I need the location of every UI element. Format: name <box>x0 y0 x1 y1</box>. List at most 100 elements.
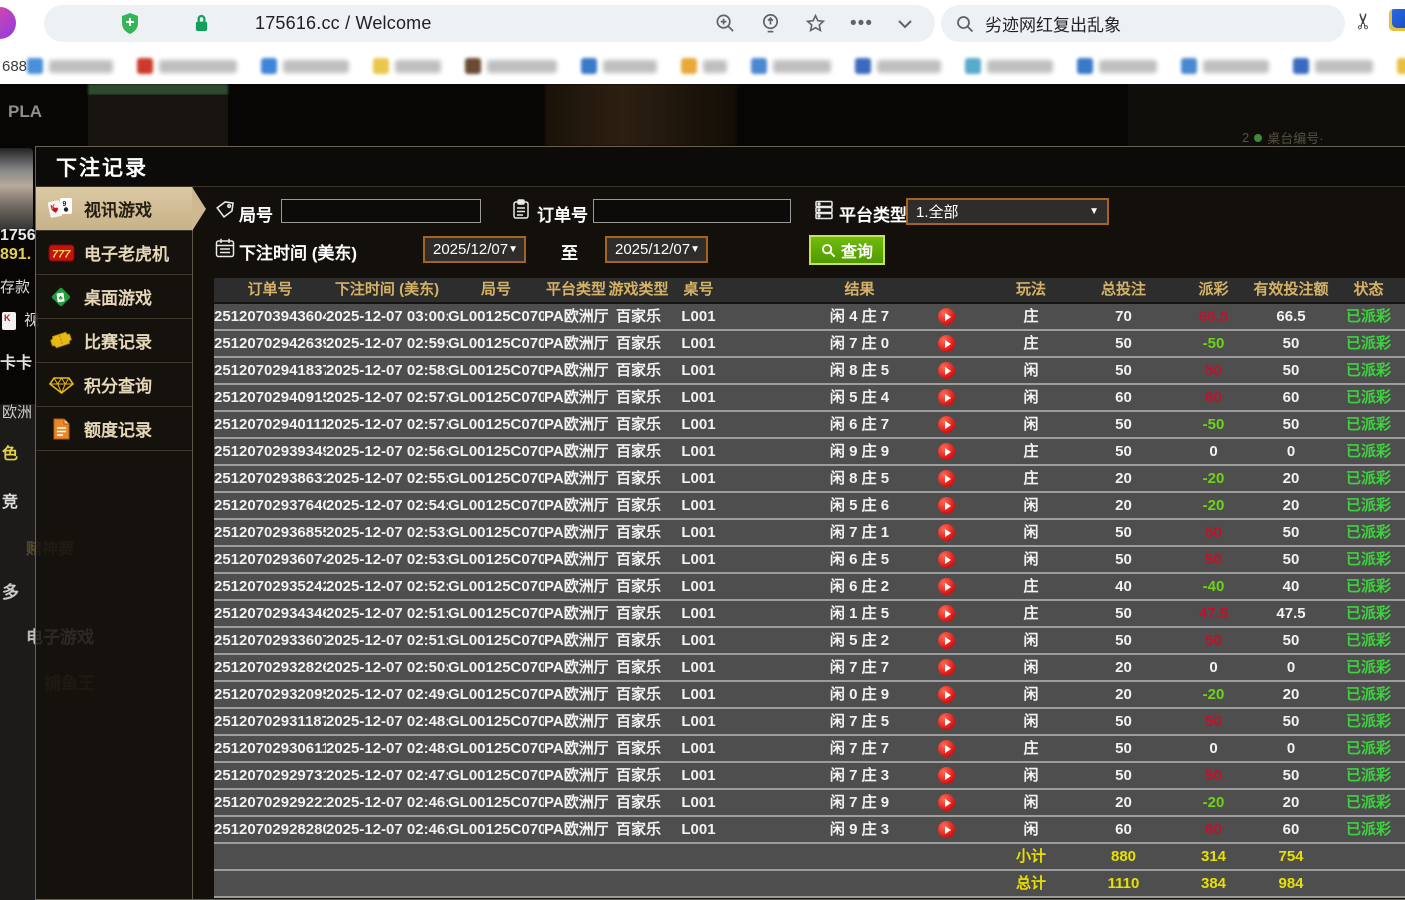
status: 已派彩 <box>1331 439 1405 464</box>
bet-time: 2025-12-07 02:46:08 <box>326 817 448 842</box>
play-video-button[interactable] <box>938 740 955 757</box>
result-text: 闲 6 庄 2 <box>830 578 889 595</box>
browser-profile-icon[interactable] <box>0 7 16 39</box>
sidebar-item-slots[interactable]: 777电子老虎机 <box>36 231 192 275</box>
bookmark-item[interactable] <box>855 58 941 74</box>
sidebar-item-quota-records[interactable]: 额度记录 <box>36 407 192 451</box>
bookmark-item[interactable] <box>465 58 557 74</box>
play-video-button[interactable] <box>938 686 955 703</box>
order-id-input[interactable] <box>593 199 791 223</box>
bookmark-item[interactable] <box>1077 58 1157 74</box>
bookmark-item[interactable] <box>137 58 237 74</box>
play-video-button[interactable] <box>938 632 955 649</box>
bookmark-favicon <box>1293 58 1309 74</box>
bookmark-item[interactable] <box>27 58 113 74</box>
bet-side: 庄 <box>991 439 1071 464</box>
play-video-button[interactable] <box>938 389 955 406</box>
sidebar-item-live-games[interactable]: K9视讯游戏 <box>36 187 192 231</box>
play-video-button[interactable] <box>938 794 955 811</box>
scissors-icon[interactable]: ✂ <box>1351 12 1377 30</box>
more-menu-icon[interactable]: ••• <box>850 13 873 35</box>
sidebar-item-label: 额度记录 <box>84 416 152 441</box>
bookmark-item[interactable] <box>261 58 349 74</box>
sidebar-item-table-games[interactable]: ♣桌面游戏 <box>36 275 192 319</box>
bookmark-item[interactable] <box>1293 58 1373 74</box>
result: 闲 9 庄 3 <box>728 817 991 842</box>
table-row: 2512070293209512025-12-07 02:49:33GL0012… <box>214 682 1405 709</box>
result-text: 闲 7 庄 7 <box>830 659 889 676</box>
payout: -20 <box>1176 682 1251 707</box>
subtotal-row-valid-bet: 754 <box>1251 844 1331 869</box>
bookmark-item[interactable] <box>751 58 831 74</box>
zoom-in-icon[interactable] <box>715 13 736 34</box>
platform-type: PA欧洲厅 <box>544 358 608 383</box>
play-video-button[interactable] <box>938 713 955 730</box>
bookmark-item[interactable] <box>1181 58 1269 74</box>
bookmark-item[interactable] <box>965 58 1053 74</box>
result: 闲 7 庄 1 <box>728 520 991 545</box>
header-bet-side: 玩法 <box>991 278 1071 302</box>
play-video-button[interactable] <box>938 416 955 433</box>
page-tools-icon[interactable] <box>760 13 781 34</box>
status: 已派彩 <box>1331 817 1405 842</box>
search-button[interactable]: 查询 <box>809 235 885 265</box>
bookmark-item[interactable] <box>1397 58 1405 74</box>
bet-side: 闲 <box>991 628 1071 653</box>
sidebar-item-points[interactable]: 积分查询 <box>36 363 192 407</box>
bookmark-label-blurred <box>703 60 727 73</box>
status: 已派彩 <box>1331 763 1405 788</box>
bet-time: 2025-12-07 02:51:42 <box>326 601 448 626</box>
bookmark-star-icon[interactable] <box>805 13 826 34</box>
result-text: 闲 5 庄 6 <box>830 497 889 514</box>
adblock-shield-icon[interactable] <box>120 12 140 36</box>
status: 已派彩 <box>1331 709 1405 734</box>
round-id: GL00125C0705V <box>448 574 544 599</box>
platform-type: PA欧洲厅 <box>544 682 608 707</box>
address-bar[interactable]: 175616.cc / Welcome ••• <box>44 5 935 42</box>
payout: 66.5 <box>1176 304 1251 329</box>
chevron-down-icon[interactable] <box>897 19 913 29</box>
play-video-button[interactable] <box>938 335 955 352</box>
order-number: 251207029306119 <box>214 736 326 761</box>
round-id: GL00125C0705S <box>448 655 544 680</box>
result: 闲 8 庄 5 <box>728 466 991 491</box>
round-id-input[interactable] <box>281 199 481 223</box>
play-video-button[interactable] <box>938 578 955 595</box>
bookmark-item[interactable] <box>373 58 441 74</box>
bookmark-item[interactable] <box>581 58 657 74</box>
play-video-button[interactable] <box>938 551 955 568</box>
date-from-select[interactable]: 2025/12/07 ▼ <box>423 236 526 263</box>
play-video-button[interactable] <box>938 308 955 325</box>
table-row: 2512070293685562025-12-07 02:53:58GL0012… <box>214 520 1405 547</box>
play-video-button[interactable] <box>938 470 955 487</box>
bookmark-favicon <box>27 58 43 74</box>
play-video-button[interactable] <box>938 497 955 514</box>
bet-time: 2025-12-07 02:56:20 <box>326 439 448 464</box>
valid-bet: 50 <box>1251 547 1331 572</box>
valid-bet: 50 <box>1251 331 1331 356</box>
play-video-button[interactable] <box>938 443 955 460</box>
play-video-button[interactable] <box>938 362 955 379</box>
grand-total-row-valid-bet: 984 <box>1251 871 1331 896</box>
play-video-button[interactable] <box>938 605 955 622</box>
valid-bet: 40 <box>1251 574 1331 599</box>
browser-search-bar[interactable]: 劣迹网红复出乱象 <box>941 5 1345 42</box>
caret-down-icon: ▼ <box>508 244 518 255</box>
play-video-button[interactable] <box>938 524 955 541</box>
total-bet: 20 <box>1071 790 1176 815</box>
browser-extension-icon[interactable] <box>1389 9 1405 31</box>
sidebar-item-match-records[interactable]: 比赛记录 <box>36 319 192 363</box>
order-number: 251207029352425 <box>214 574 326 599</box>
game-type: 百家乐 <box>608 493 669 518</box>
header-result: 结果 <box>728 278 991 302</box>
play-video-button[interactable] <box>938 767 955 784</box>
platform-type-select[interactable]: 1.全部 ▼ <box>906 198 1109 225</box>
payout: -50 <box>1176 412 1251 437</box>
result: 闲 6 庄 5 <box>728 547 991 572</box>
bookmark-item[interactable] <box>681 58 727 74</box>
play-video-button[interactable] <box>938 659 955 676</box>
table-id: L001 <box>669 466 728 491</box>
background-text: 卡卡 <box>0 355 32 373</box>
play-video-button[interactable] <box>938 821 955 838</box>
date-to-select[interactable]: 2025/12/07 ▼ <box>605 236 708 263</box>
